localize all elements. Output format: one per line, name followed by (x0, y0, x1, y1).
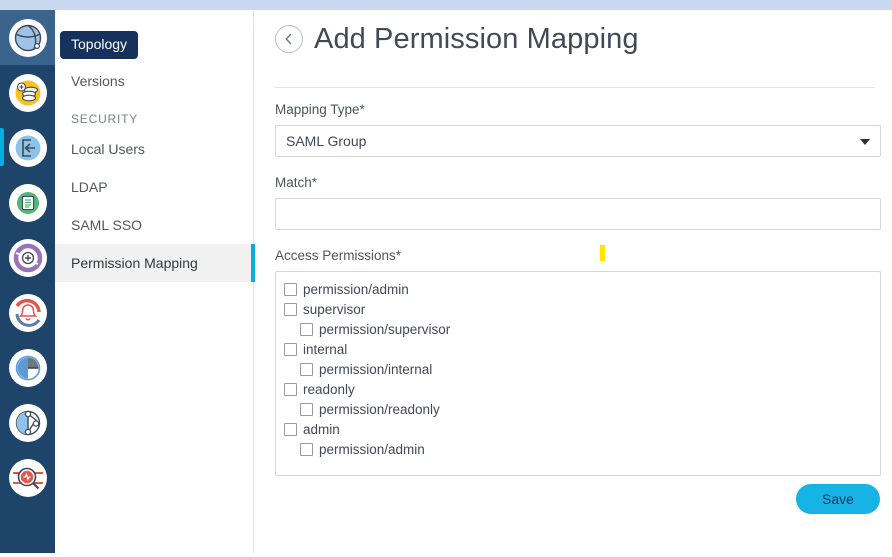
rail-item-reports[interactable] (0, 175, 55, 230)
form-actions: Save (796, 484, 880, 514)
nav-list: Versions SECURITY Local Users LDAP SAML … (55, 62, 255, 282)
half-circle-chart-icon (8, 348, 47, 387)
permission-checkbox[interactable] (300, 402, 313, 416)
permission-label: permission/admin (303, 281, 409, 297)
permission-label: supervisor (303, 301, 366, 317)
permission-checkbox[interactable] (300, 322, 313, 336)
permission-label: permission/readonly (319, 401, 440, 417)
permission-label: permission/internal (319, 361, 433, 377)
match-input[interactable] (275, 198, 881, 230)
rail-item-alarms[interactable] (0, 285, 55, 340)
sidebar-item-label: Permission Mapping (71, 255, 198, 271)
permission-row[interactable]: permission/admin (284, 279, 872, 299)
sidebar-item-versions[interactable]: Versions (55, 62, 254, 100)
sidebar-item-saml-sso[interactable]: SAML SSO (55, 206, 254, 244)
main-content: Add Permission Mapping Mapping Type* SAM… (255, 10, 892, 553)
header-divider (275, 87, 875, 88)
rail-active-indicator (0, 128, 4, 166)
permission-label: readonly (303, 381, 355, 397)
mapping-type-value: SAML Group (286, 133, 367, 149)
rail-item-diagnostics[interactable] (0, 450, 55, 505)
magnifier-pulse-icon (8, 458, 47, 497)
access-permissions-list[interactable]: permission/admin supervisor permission/s… (275, 271, 881, 476)
icon-rail (0, 10, 55, 553)
text-cursor-marker (600, 245, 605, 261)
secondary-nav: FO Topology Versions SECURITY Local User… (55, 10, 255, 553)
rail-item-provisioning[interactable] (0, 65, 55, 120)
coins-stack-add-icon (8, 73, 47, 112)
page-title: Add Permission Mapping (314, 23, 639, 55)
permission-checkbox[interactable] (284, 302, 297, 316)
top-strip (0, 0, 892, 10)
permission-row[interactable]: permission/admin (284, 439, 872, 459)
save-button[interactable]: Save (796, 484, 880, 514)
chevron-down-icon (860, 139, 870, 145)
rail-item-topology[interactable] (0, 10, 55, 65)
permission-checkbox[interactable] (284, 342, 297, 356)
globe-topology-icon (8, 18, 47, 57)
match-label: Match* (275, 175, 318, 190)
sidebar-item-ldap[interactable]: LDAP (55, 168, 254, 206)
sidebar-item-label: LDAP (71, 179, 108, 195)
permission-label: permission/supervisor (319, 321, 451, 337)
rail-item-dashboard[interactable] (0, 340, 55, 395)
permission-row[interactable]: admin (284, 419, 872, 439)
permission-label: permission/admin (319, 441, 425, 457)
topology-tooltip: Topology (60, 31, 139, 59)
rail-item-access[interactable] (0, 120, 55, 175)
rail-item-services[interactable] (0, 230, 55, 285)
permission-label: internal (303, 341, 348, 357)
mapping-type-label: Mapping Type* (275, 102, 365, 117)
access-permissions-label-row: Access Permissions* (275, 245, 881, 264)
permission-checkbox[interactable] (300, 362, 313, 376)
page-header: Add Permission Mapping (275, 22, 639, 56)
access-permissions-label: Access Permissions* (275, 248, 402, 263)
permission-row[interactable]: internal (284, 339, 872, 359)
login-door-arrow-icon (8, 128, 47, 167)
permission-checkbox[interactable] (284, 422, 297, 436)
sidebar-item-label: Versions (71, 73, 125, 89)
red-bell-alarm-icon (8, 293, 47, 332)
sidebar-item-permission-mapping[interactable]: Permission Mapping (55, 244, 255, 282)
sidebar-item-local-users[interactable]: Local Users (55, 130, 254, 168)
sidebar-section-label: SECURITY (71, 112, 139, 126)
permission-label: admin (303, 421, 340, 437)
permission-row[interactable]: permission/supervisor (284, 319, 872, 339)
mapping-type-select[interactable]: SAML Group (275, 125, 881, 157)
green-document-icon (8, 183, 47, 222)
permission-row[interactable]: permission/internal (284, 359, 872, 379)
sidebar-section-security: SECURITY (55, 100, 254, 130)
permission-row[interactable]: permission/readonly (284, 399, 872, 419)
sidebar-item-label: Local Users (71, 141, 145, 157)
permission-checkbox[interactable] (284, 282, 297, 296)
permission-row[interactable]: readonly (284, 379, 872, 399)
sidebar-item-label: SAML SSO (71, 217, 143, 233)
purple-orbit-add-icon (8, 238, 47, 277)
app-root: FO Topology Versions SECURITY Local User… (0, 0, 892, 557)
permission-checkbox[interactable] (300, 442, 313, 456)
rail-item-network[interactable] (0, 395, 55, 450)
network-node-icon (8, 403, 47, 442)
permission-checkbox[interactable] (284, 382, 297, 396)
chevron-left-circle-icon[interactable] (275, 25, 303, 53)
permission-row[interactable]: supervisor (284, 299, 872, 319)
permission-mapping-form: Mapping Type* SAML Group Match* Access P… (275, 102, 881, 476)
